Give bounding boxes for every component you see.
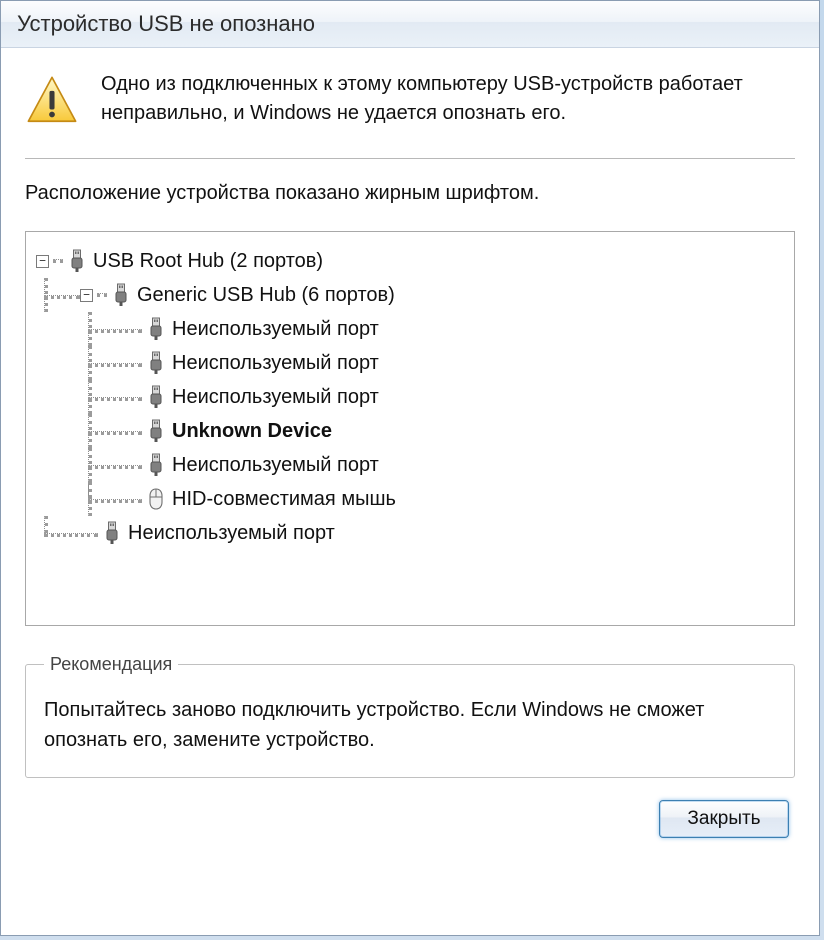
tree-branch[interactable]: − Generic USB Hub (6 портов)	[36, 278, 784, 312]
tree-leaf[interactable]: Unknown Device	[36, 414, 784, 448]
mouse-icon	[146, 486, 166, 512]
recommendation-legend: Рекомендация	[44, 654, 178, 675]
button-row: Закрыть	[25, 800, 795, 838]
usb-plug-icon	[102, 520, 122, 546]
tree-item-label: Generic USB Hub (6 портов)	[137, 284, 395, 307]
tree-item-label: USB Root Hub (2 портов)	[93, 250, 323, 273]
usb-plug-icon	[111, 282, 131, 308]
usb-plug-icon	[146, 452, 166, 478]
tree-leaf[interactable]: Неиспользуемый порт	[36, 380, 784, 414]
tree-item-label: Неиспользуемый порт	[172, 454, 379, 477]
usb-plug-icon	[146, 316, 166, 342]
tree-item-label: Неиспользуемый порт	[172, 352, 379, 375]
tree-leaf[interactable]: Неиспользуемый порт	[36, 448, 784, 482]
dialog-content: Одно из подключенных к этому компьютеру …	[1, 48, 819, 856]
error-message: Одно из подключенных к этому компьютеру …	[101, 70, 795, 128]
tree-collapse-toggle[interactable]: −	[80, 289, 93, 302]
device-tree[interactable]: − USB Root Hub (2 портов)− Generic USB H…	[25, 231, 795, 626]
tree-leaf[interactable]: HID-совместимая мышь	[36, 482, 784, 516]
tree-item-label: Unknown Device	[172, 420, 332, 443]
tree-leaf[interactable]: Неиспользуемый порт	[36, 516, 784, 550]
recommendation-box: Рекомендация Попытайтесь заново подключи…	[25, 654, 795, 778]
usb-plug-icon	[146, 418, 166, 444]
tree-item-label: HID-совместимая мышь	[172, 488, 396, 511]
window-title: Устройство USB не опознано	[17, 11, 315, 36]
tree-branch[interactable]: − USB Root Hub (2 портов)	[36, 244, 784, 278]
tree-leaf[interactable]: Неиспользуемый порт	[36, 312, 784, 346]
dialog-window: Устройство USB не опознано Одно из под	[0, 0, 820, 936]
tree-item-label: Неиспользуемый порт	[128, 522, 335, 545]
recommendation-text: Попытайтесь заново подключить устройство…	[44, 695, 776, 755]
location-caption: Расположение устройства показано жирным …	[25, 182, 795, 205]
tree-item-label: Неиспользуемый порт	[172, 318, 379, 341]
usb-plug-icon	[146, 384, 166, 410]
usb-plug-icon	[146, 350, 166, 376]
warning-icon	[25, 74, 79, 128]
tree-item-label: Неиспользуемый порт	[172, 386, 379, 409]
header-row: Одно из подключенных к этому компьютеру …	[25, 70, 795, 128]
tree-collapse-toggle[interactable]: −	[36, 255, 49, 268]
title-bar: Устройство USB не опознано	[1, 1, 819, 48]
separator	[25, 158, 795, 160]
close-button[interactable]: Закрыть	[659, 800, 789, 838]
tree-leaf[interactable]: Неиспользуемый порт	[36, 346, 784, 380]
usb-plug-icon	[67, 248, 87, 274]
